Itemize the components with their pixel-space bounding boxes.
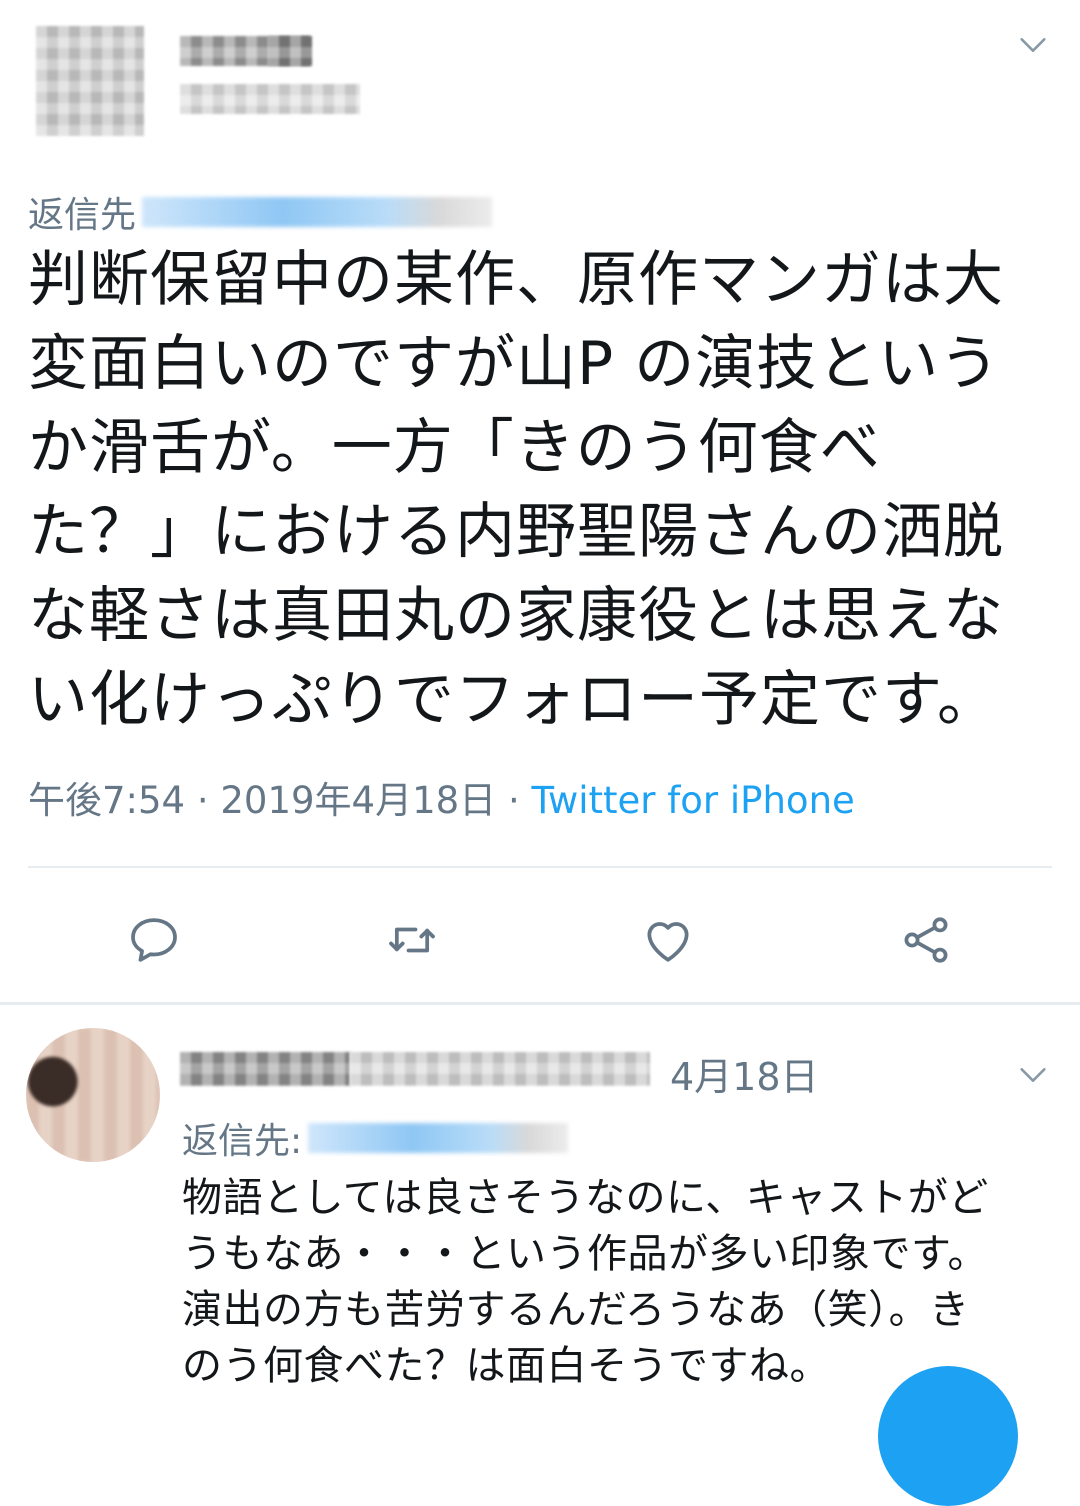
tweet-options-button[interactable] — [1010, 22, 1056, 68]
reply-date[interactable]: 4月18日 — [670, 1046, 819, 1101]
tweet-meta: 午後7:54 · 2019年4月18日 · Twitter for iPhone — [28, 770, 855, 824]
reply-author-handle-blurred — [350, 1052, 650, 1086]
avatar-image-blurred — [26, 1028, 160, 1162]
action-bar — [0, 900, 1080, 980]
compose-tweet-button[interactable] — [878, 1366, 1018, 1506]
meta-separator: · — [496, 779, 532, 822]
author-handle-blurred — [180, 84, 360, 114]
like-button[interactable] — [628, 900, 708, 980]
reply-author-avatar[interactable] — [26, 1028, 160, 1162]
author-name-blurred-part — [268, 36, 312, 66]
section-separator — [0, 1002, 1080, 1005]
retweet-icon — [389, 927, 435, 953]
divider — [28, 866, 1052, 868]
reply-options-button[interactable] — [1010, 1052, 1056, 1098]
reply-text: 物語としては良さそうなのに、キャストがど うもなあ・・・という作品が多い印象です… — [182, 1175, 989, 1389]
share-button[interactable] — [886, 900, 966, 980]
reply-to-label: 返信先 — [28, 195, 137, 236]
tweet-date: 2019年4月18日 — [220, 779, 497, 822]
tweet-time: 午後7:54 — [28, 779, 186, 822]
chevron-down-icon — [1020, 38, 1046, 52]
reply-to-label: 返信先: — [182, 1121, 303, 1162]
comment-icon — [131, 918, 177, 962]
meta-separator: · — [185, 779, 221, 822]
reply-button[interactable] — [114, 900, 194, 980]
reply-to-handle-blurred[interactable] — [308, 1123, 569, 1153]
reply-author-name-blurred[interactable] — [180, 1052, 350, 1086]
tweet-text: 判断保留中の某作、原作マンガは大 変面白いのですが山P の演技という か滑舌が。… — [28, 245, 1004, 735]
share-icon — [904, 917, 948, 963]
retweet-button[interactable] — [372, 900, 452, 980]
author-avatar[interactable] — [36, 26, 144, 136]
reply-to-handle-blurred[interactable] — [142, 197, 493, 227]
chevron-down-icon — [1020, 1068, 1046, 1082]
reply-to-line: 返信先 — [28, 186, 493, 238]
reply-reply-to-line: 返信先: — [182, 1112, 569, 1164]
tweet-source-link[interactable]: Twitter for iPhone — [531, 779, 854, 822]
heart-icon — [647, 922, 689, 962]
